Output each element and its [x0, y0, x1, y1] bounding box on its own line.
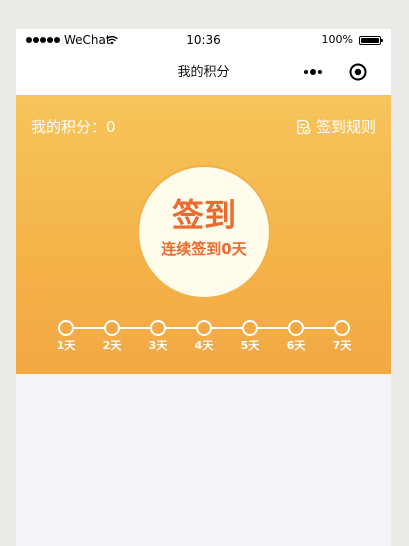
- battery-icon: [359, 36, 383, 45]
- day-node: 2天: [92, 320, 132, 353]
- day-node: 3天: [138, 320, 178, 353]
- checkin-rules-label: 签到规则: [315, 118, 376, 136]
- day-label: 1天: [56, 339, 76, 352]
- battery-percentage: 100%: [321, 33, 353, 46]
- capsule-close-icon[interactable]: [349, 63, 367, 81]
- day-dot: [288, 320, 304, 336]
- checkin-timeline: 1天 2天 3天 4天 5天 6天 7天: [16, 320, 391, 360]
- day-dot: [334, 320, 350, 336]
- day-node: 5天: [230, 320, 270, 353]
- day-label: 6天: [286, 339, 306, 352]
- rules-document-icon: [297, 119, 311, 135]
- day-node: 7天: [322, 320, 362, 353]
- day-dot: [150, 320, 166, 336]
- navigation-bar: 我的积分: [16, 51, 391, 95]
- checkin-rules-link[interactable]: 签到规则: [295, 117, 376, 137]
- day-label: 4天: [194, 339, 214, 352]
- day-node: 4天: [184, 320, 224, 353]
- checkin-title: 签到: [171, 196, 236, 234]
- day-node: 1天: [46, 320, 86, 353]
- more-options-icon[interactable]: [304, 69, 324, 75]
- day-dot: [58, 320, 74, 336]
- day-label: 7天: [332, 339, 352, 352]
- checkin-button[interactable]: 签到 连续签到0天: [137, 165, 271, 299]
- points-header: 我的积分：0 签到规则 签到 连续签到0天 1天 2天 3天 4天 5天 6天 …: [16, 95, 391, 374]
- consecutive-days-label: 连续签到0天: [161, 240, 247, 258]
- day-node: 6天: [276, 320, 316, 353]
- page-title: 我的积分: [177, 65, 230, 80]
- phone-screen: WeChat 10:36 100% 我的积分 我的积分：0 签到规则 签到 连续…: [16, 29, 391, 546]
- day-dot: [104, 320, 120, 336]
- day-label: 3天: [148, 339, 168, 352]
- day-dot: [242, 320, 258, 336]
- day-label: 5天: [240, 339, 260, 352]
- day-label: 2天: [102, 339, 122, 352]
- my-points-label: 我的积分：0: [31, 118, 116, 136]
- status-bar: WeChat 10:36 100%: [16, 29, 391, 51]
- day-dot: [196, 320, 212, 336]
